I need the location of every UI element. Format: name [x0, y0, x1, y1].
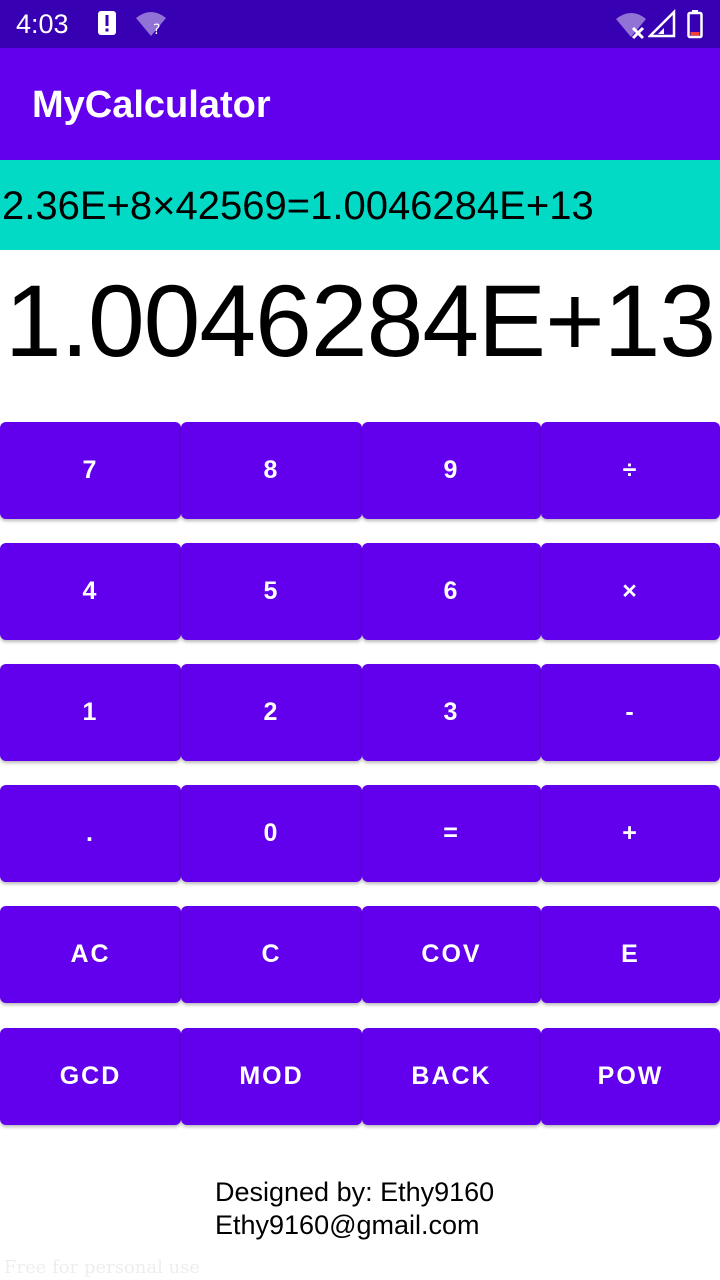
wifi-off-icon: [614, 8, 648, 45]
backspace-button[interactable]: BACK: [362, 1028, 541, 1125]
digit-5-button[interactable]: 5: [181, 543, 362, 640]
digit-4-button[interactable]: 4: [0, 543, 181, 640]
signal-icon: [646, 8, 676, 43]
expression-display: 2.36E+8×42569=1.0046284E+13: [0, 160, 720, 250]
watermark: Free for personal use: [4, 1257, 201, 1278]
battery-low-icon: [686, 8, 704, 45]
alert-icon: [97, 8, 117, 43]
keypad-row: 4 5 6 ×: [0, 543, 720, 640]
digit-8-button[interactable]: 8: [181, 422, 362, 519]
keypad-row: . 0 = +: [0, 785, 720, 882]
app-bar: MyCalculator: [0, 48, 720, 160]
digit-9-button[interactable]: 9: [362, 422, 541, 519]
add-button[interactable]: +: [541, 785, 720, 882]
gcd-button[interactable]: GCD: [0, 1028, 181, 1125]
digit-1-button[interactable]: 1: [0, 664, 181, 761]
designer-credit: Designed by: Ethy9160: [215, 1177, 495, 1207]
divide-button[interactable]: ÷: [541, 422, 720, 519]
status-bar: 4:03 ?: [0, 0, 720, 48]
decimal-point-button[interactable]: .: [0, 785, 181, 882]
subtract-button[interactable]: -: [541, 664, 720, 761]
result-display: 1.0046284E+13: [4, 264, 716, 378]
keypad-row: 7 8 9 ÷: [0, 422, 720, 519]
multiply-button[interactable]: ×: [541, 543, 720, 640]
keypad-row: AC C COV E: [0, 906, 720, 1003]
equals-button[interactable]: =: [362, 785, 541, 882]
digit-3-button[interactable]: 3: [362, 664, 541, 761]
designer-email: Ethy9160@gmail.com: [215, 1210, 480, 1240]
digit-0-button[interactable]: 0: [181, 785, 362, 882]
digit-2-button[interactable]: 2: [181, 664, 362, 761]
power-button[interactable]: POW: [541, 1028, 720, 1125]
mod-button[interactable]: MOD: [181, 1028, 362, 1125]
keypad-row: GCD MOD BACK POW: [0, 1028, 720, 1125]
clear-button[interactable]: C: [181, 906, 362, 1003]
status-time: 4:03: [16, 9, 69, 39]
svg-text:?: ?: [153, 22, 160, 38]
footer: Designed by: Ethy9160 Ethy9160@gmail.com: [215, 1176, 494, 1242]
all-clear-button[interactable]: AC: [0, 906, 181, 1003]
digit-7-button[interactable]: 7: [0, 422, 181, 519]
cov-button[interactable]: COV: [362, 906, 541, 1003]
wifi-unknown-icon: ?: [134, 8, 168, 43]
digit-6-button[interactable]: 6: [362, 543, 541, 640]
keypad-row: 1 2 3 -: [0, 664, 720, 761]
exponent-button[interactable]: E: [541, 906, 720, 1003]
app-title: MyCalculator: [32, 84, 271, 126]
